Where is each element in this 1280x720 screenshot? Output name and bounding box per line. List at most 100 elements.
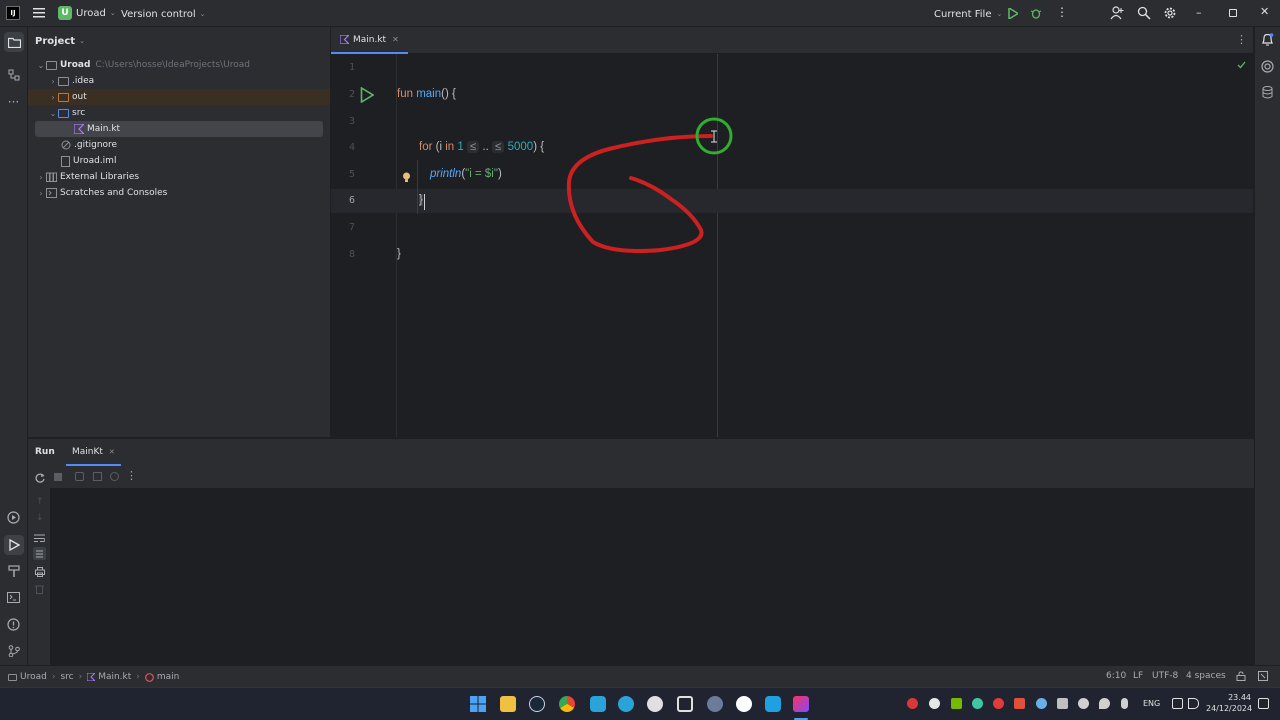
telegram-icon[interactable] (618, 696, 634, 712)
run-tool-icon[interactable] (4, 535, 24, 555)
scroll-up-icon[interactable]: ↑ (36, 497, 44, 507)
breadcrumb-item[interactable]: main (157, 672, 180, 682)
trash-icon[interactable] (35, 583, 44, 597)
stop-icon[interactable] (54, 473, 62, 481)
soft-wrap-icon[interactable] (34, 532, 46, 546)
tray-icon[interactable] (1078, 698, 1089, 709)
main-menu-icon[interactable] (33, 7, 45, 22)
tree-item-idea[interactable]: › .idea (48, 73, 94, 89)
steam-icon[interactable] (529, 696, 545, 712)
file-explorer-icon[interactable] (500, 696, 516, 712)
ai-assistant-icon[interactable] (1261, 60, 1274, 76)
git-icon[interactable] (5, 642, 22, 659)
print-icon[interactable] (35, 566, 45, 580)
kotlin-file-icon (74, 124, 84, 134)
close-tab-icon[interactable]: ✕ (109, 448, 115, 456)
notification-center-icon[interactable] (1258, 698, 1269, 709)
build-hammer-icon[interactable] (5, 562, 22, 579)
app-icon[interactable] (647, 696, 663, 712)
folder-orange-icon (58, 92, 69, 102)
library-icon (46, 172, 57, 182)
tray-icon[interactable] (907, 698, 918, 709)
problems-icon[interactable] (5, 616, 22, 633)
tray-icon[interactable] (972, 698, 983, 709)
project-view-selector[interactable]: Project ⌄ (35, 34, 85, 48)
tray-icon[interactable] (1099, 698, 1110, 709)
tree-item-main-kt[interactable]: Main.kt (35, 121, 323, 137)
nvidia-tray-icon[interactable] (951, 698, 962, 709)
line-separator[interactable]: LF (1133, 671, 1143, 681)
camera-icon[interactable] (75, 472, 84, 481)
rerun-icon[interactable] (35, 472, 45, 486)
app-icon[interactable] (736, 696, 752, 712)
scroll-to-end-icon[interactable] (33, 547, 46, 560)
project-switcher[interactable]: U Uroad ⌄ (58, 5, 116, 21)
project-tool-icon[interactable] (4, 32, 24, 52)
tree-item-label: Uroad.iml (73, 156, 117, 166)
debug-icon[interactable] (1030, 7, 1042, 22)
tab-main-kt[interactable]: Main.kt ✕ (331, 27, 408, 54)
file-encoding[interactable]: UTF-8 (1152, 671, 1178, 681)
tree-item-external-libraries[interactable]: › External Libraries (36, 169, 139, 185)
caret-position[interactable]: 6:10 (1106, 671, 1126, 681)
close-window-icon[interactable]: ✕ (1260, 5, 1269, 18)
indent-setting[interactable]: 4 spaces (1186, 671, 1226, 681)
tree-item-uroad-iml[interactable]: Uroad.iml (61, 153, 116, 169)
tab-options-icon[interactable]: ⋮ (1236, 33, 1247, 46)
more-actions-icon[interactable]: ⋮ (1056, 5, 1068, 19)
kotlin-file-icon (340, 35, 349, 44)
console-output[interactable] (50, 488, 1254, 666)
tray-icon[interactable] (929, 698, 940, 709)
settings-gear-icon[interactable] (1163, 6, 1177, 23)
right-tool-strip (1254, 27, 1280, 665)
code-editor[interactable]: 1 2 3 4 5 6 7 8 fun main() { for (i in 1… (331, 54, 1253, 437)
tree-item-scratches[interactable]: › Scratches and Consoles (36, 185, 167, 201)
read-only-lock-icon[interactable] (1236, 671, 1246, 684)
run-icon[interactable] (1008, 6, 1020, 22)
app-window-icon[interactable] (677, 696, 693, 712)
tree-item-out[interactable]: › out (28, 89, 330, 105)
tree-item-uroad[interactable]: ⌄ Uroad C:\Users\hosse\IdeaProjects\Uroa… (36, 57, 250, 73)
notifications-bell-icon[interactable] (1261, 33, 1274, 49)
tree-item-src[interactable]: ⌄ src (48, 105, 86, 121)
breadcrumb-item[interactable]: src (60, 672, 73, 682)
minimize-icon[interactable]: – (1196, 6, 1202, 19)
vcs-widget[interactable]: Version control ⌄ (121, 6, 206, 22)
intellij-taskbar-icon[interactable] (793, 696, 809, 712)
breadcrumb-item[interactable]: Main.kt (98, 672, 131, 682)
app-icon[interactable] (765, 696, 781, 712)
tray-icon[interactable] (1036, 698, 1047, 709)
language-indicator[interactable]: ENG (1143, 699, 1160, 708)
clock[interactable]: 23.44 24/12/2024 (1206, 692, 1252, 714)
vpn-icon[interactable] (707, 696, 723, 712)
chevron-right-icon: › (51, 672, 56, 682)
close-tab-icon[interactable]: ✕ (392, 35, 399, 44)
microphone-icon[interactable] (1121, 698, 1128, 709)
scroll-down-icon[interactable]: ↓ (36, 513, 44, 523)
network-icon[interactable] (1172, 698, 1183, 709)
telegram-desktop-icon[interactable] (590, 696, 606, 712)
memory-indicator-icon[interactable] (1258, 671, 1268, 684)
terminal-icon[interactable] (5, 589, 22, 606)
volume-icon[interactable] (1188, 698, 1199, 709)
restore-layout-icon[interactable] (93, 472, 102, 481)
search-icon[interactable] (1137, 6, 1151, 23)
tray-icon[interactable] (1057, 698, 1068, 709)
tree-item-label: .gitignore (74, 140, 118, 150)
structure-tool-icon[interactable] (5, 66, 22, 83)
run-tab-mainkt[interactable]: MainKt ✕ (66, 439, 121, 466)
tray-icon[interactable] (993, 698, 1004, 709)
services-tool-icon[interactable] (5, 509, 22, 526)
run-config-selector[interactable]: Current File ⌄ (934, 6, 1002, 22)
filter-icon[interactable] (110, 472, 119, 481)
database-icon[interactable] (1262, 86, 1273, 102)
add-user-icon[interactable] (1110, 6, 1124, 23)
windows-start-icon[interactable] (470, 696, 486, 712)
chrome-icon[interactable] (559, 696, 575, 712)
more-tools-icon[interactable]: ··· (5, 93, 22, 110)
tree-item-gitignore[interactable]: .gitignore (61, 137, 117, 153)
more-options-icon[interactable]: ⋮ (126, 469, 137, 482)
maximize-icon[interactable] (1229, 9, 1237, 17)
tray-icon[interactable] (1014, 698, 1025, 709)
breadcrumb-item[interactable]: Uroad (20, 672, 47, 682)
